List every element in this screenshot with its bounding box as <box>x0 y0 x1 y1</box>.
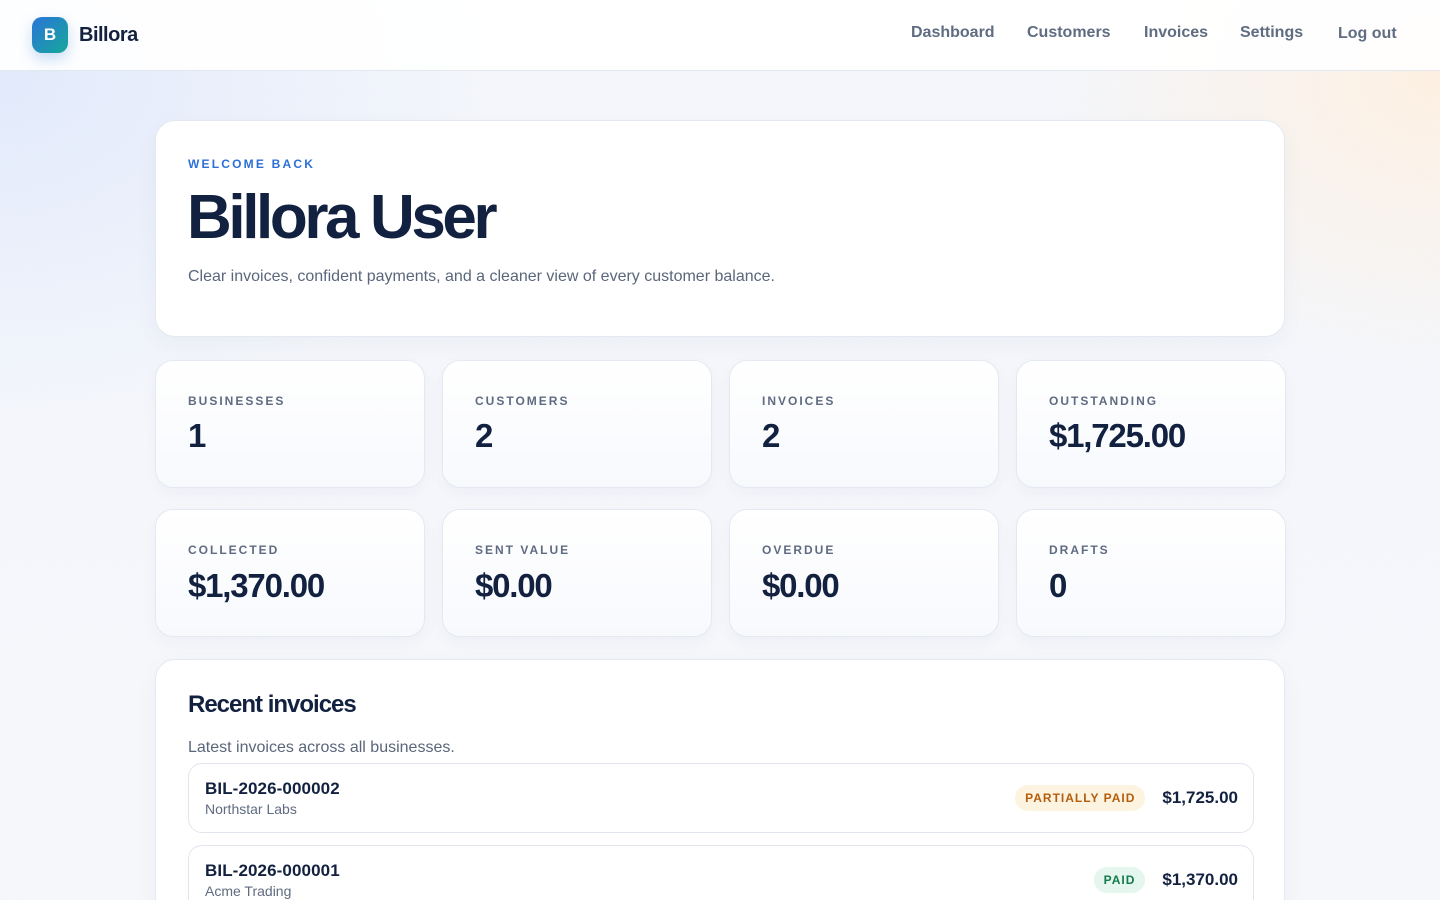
welcome-subtitle: Clear invoices, confident payments, and … <box>188 268 775 285</box>
top-navbar: B Billora Dashboard Customers Invoices S… <box>0 0 1440 71</box>
stat-label: COLLECTED <box>188 543 280 557</box>
stat-card-sent-value: SENT VALUE $0.00 <box>442 509 712 637</box>
nav-link-invoices[interactable]: Invoices <box>1144 24 1208 42</box>
invoice-row[interactable]: BIL-2026-000002 Northstar Labs PARTIALLY… <box>188 763 1254 833</box>
stat-label: CUSTOMERS <box>475 394 570 408</box>
logout-button[interactable]: Log out <box>1338 25 1397 43</box>
stat-label: SENT VALUE <box>475 543 571 557</box>
brand-logo-icon: B <box>32 17 68 53</box>
stat-card-drafts: DRAFTS 0 <box>1016 509 1286 637</box>
welcome-card: WELCOME BACK Billora User Clear invoices… <box>155 120 1285 337</box>
invoice-row[interactable]: BIL-2026-000001 Acme Trading PAID $1,370… <box>188 845 1254 900</box>
status-badge: PARTIALLY PAID <box>1015 785 1146 811</box>
stat-label: INVOICES <box>762 394 836 408</box>
recent-invoices-title: Recent invoices <box>188 691 357 718</box>
stat-card-businesses: BUSINESSES 1 <box>155 360 425 488</box>
invoice-number: BIL-2026-000002 <box>205 779 340 798</box>
invoice-row-meta: PAID $1,370.00 <box>1093 846 1238 900</box>
stat-card-collected: COLLECTED $1,370.00 <box>155 509 425 637</box>
invoice-amount: $1,725.00 <box>1162 788 1238 807</box>
stat-value: $0.00 <box>762 567 840 604</box>
stat-value: 0 <box>1049 567 1067 604</box>
page-title: Billora User <box>187 183 498 252</box>
invoice-customer: Acme Trading <box>205 883 292 899</box>
brand-name: Billora <box>79 23 138 46</box>
stat-value: 1 <box>188 417 206 454</box>
stat-value: 2 <box>475 417 493 454</box>
nav-link-settings[interactable]: Settings <box>1240 24 1303 42</box>
invoice-amount: $1,370.00 <box>1162 870 1238 889</box>
stat-card-overdue: OVERDUE $0.00 <box>729 509 999 637</box>
status-badge: PAID <box>1093 867 1146 893</box>
stat-label: OUTSTANDING <box>1049 394 1159 408</box>
stat-value: $1,725.00 <box>1049 417 1186 454</box>
nav-link-customers[interactable]: Customers <box>1027 24 1111 42</box>
invoice-customer: Northstar Labs <box>205 801 297 817</box>
stat-value: $0.00 <box>475 567 553 604</box>
invoice-row-meta: PARTIALLY PAID $1,725.00 <box>1015 764 1238 832</box>
stat-card-outstanding: OUTSTANDING $1,725.00 <box>1016 360 1286 488</box>
stat-label: DRAFTS <box>1049 543 1110 557</box>
stat-label: BUSINESSES <box>188 394 286 408</box>
stat-value: 2 <box>762 417 780 454</box>
invoice-number: BIL-2026-000001 <box>205 861 340 880</box>
recent-invoices-subtitle: Latest invoices across all businesses. <box>188 739 455 756</box>
stat-label: OVERDUE <box>762 543 836 557</box>
welcome-eyebrow: WELCOME BACK <box>188 157 316 171</box>
brand[interactable]: B Billora <box>32 17 138 53</box>
stat-card-invoices: INVOICES 2 <box>729 360 999 488</box>
recent-invoices-panel: Recent invoices Latest invoices across a… <box>155 659 1285 900</box>
nav-link-dashboard[interactable]: Dashboard <box>911 24 995 42</box>
stat-value: $1,370.00 <box>188 567 325 604</box>
stat-card-customers: CUSTOMERS 2 <box>442 360 712 488</box>
